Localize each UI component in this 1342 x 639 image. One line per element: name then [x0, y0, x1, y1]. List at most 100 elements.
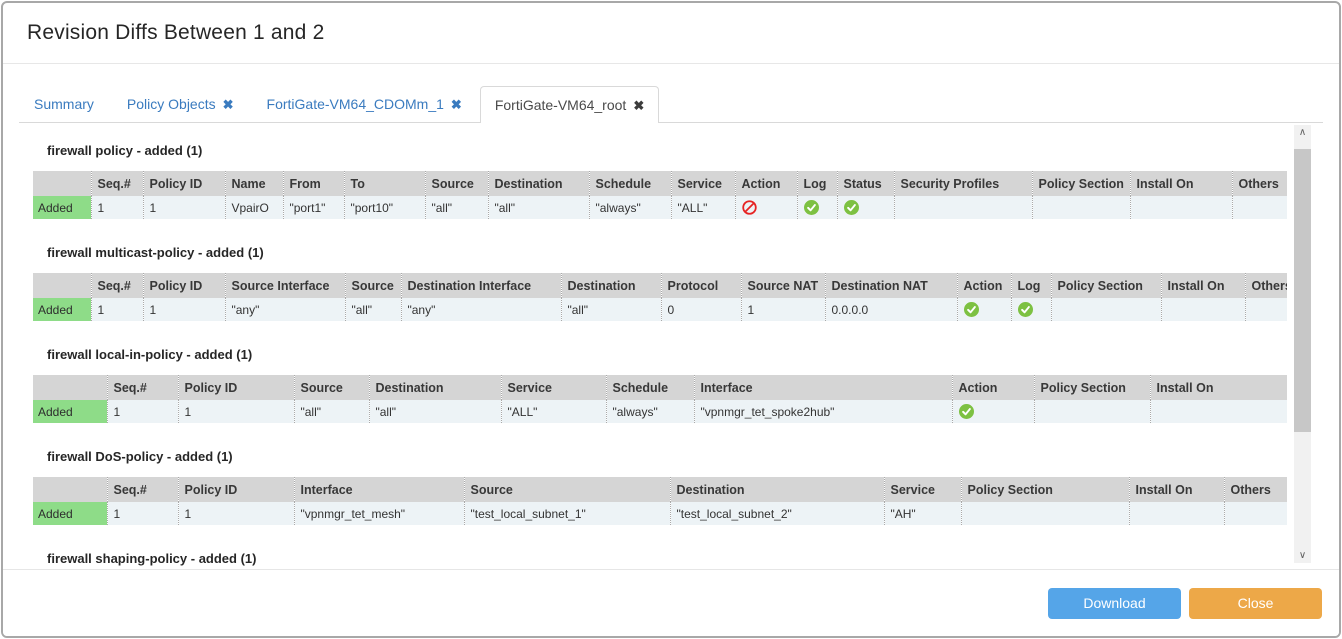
table-cell: "port1": [283, 196, 344, 219]
diff-section: firewall policy - added (1) Seq.#Policy I…: [33, 143, 1339, 219]
column-header: Policy ID: [178, 477, 294, 502]
column-header: Destination: [369, 375, 501, 400]
column-header: [33, 273, 91, 298]
table-cell: "ALL": [671, 196, 735, 219]
table-cell: [1130, 196, 1232, 219]
diff-table: Seq.#Policy IDSourceDestinationServiceSc…: [33, 375, 1287, 423]
table-cell: [1245, 298, 1287, 321]
column-header: Seq.#: [91, 273, 143, 298]
table-cell: "vpnmgr_tet_spoke2hub": [694, 400, 952, 423]
table-cell: [735, 196, 797, 219]
tab-content: firewall policy - added (1)Seq.#Policy I…: [3, 123, 1339, 569]
column-header: Action: [952, 375, 1034, 400]
added-tag-cell: Added: [33, 502, 107, 525]
table-cell: "test_local_subnet_2": [670, 502, 884, 525]
column-header: Interface: [694, 375, 952, 400]
column-header: Protocol: [661, 273, 741, 298]
dialog-footer: Download Close: [3, 569, 1339, 636]
added-tag-cell: Added: [33, 400, 107, 423]
table-cell: 1: [143, 196, 225, 219]
table-cell: "test_local_subnet_1": [464, 502, 670, 525]
scrollbar-thumb[interactable]: [1294, 149, 1311, 432]
column-header: Destination NAT: [825, 273, 957, 298]
table-cell: [837, 196, 894, 219]
tab-summary[interactable]: Summary: [19, 85, 109, 122]
table-cell: [957, 298, 1011, 321]
scroll-up-icon[interactable]: ∧: [1294, 125, 1311, 140]
table-row: Added11"vpnmgr_tet_mesh""test_local_subn…: [33, 502, 1287, 525]
diff-section: firewall shaping-policy - added (1): [33, 551, 1339, 566]
table-cell: [1150, 400, 1287, 423]
diff-section: firewall multicast-policy - added (1)Seq…: [33, 245, 1339, 321]
tab-fortigate-vm64-root[interactable]: FortiGate-VM64_root✖: [480, 86, 659, 123]
table-row: Added11"all""all""ALL""always""vpnmgr_te…: [33, 400, 1287, 423]
tab-fortigate-vm64-cdomm-1[interactable]: FortiGate-VM64_CDOMm_1✖: [252, 85, 477, 122]
download-button[interactable]: Download: [1048, 588, 1181, 619]
table-row: Added11VpairO"port1""port10""all""all""a…: [33, 196, 1287, 219]
table-cell: [952, 400, 1034, 423]
column-header: Policy ID: [143, 171, 225, 196]
tab-close-icon[interactable]: ✖: [223, 97, 234, 112]
table-cell: 1: [107, 400, 178, 423]
tabs-bar: Summary Policy Objects✖ FortiGate-VM64_C…: [19, 86, 1323, 123]
column-header: Others: [1245, 273, 1287, 298]
column-header: Seq.#: [91, 171, 143, 196]
diff-section: firewall local-in-policy - added (1) Seq.…: [33, 347, 1339, 423]
diff-table: Seq.#Policy IDInterfaceSourceDestination…: [33, 477, 1287, 525]
column-header: Source Interface: [225, 273, 345, 298]
diff-sections[interactable]: firewall policy - added (1)Seq.#Policy I…: [3, 123, 1339, 569]
column-header: Schedule: [589, 171, 671, 196]
table-cell: "port10": [344, 196, 425, 219]
column-header: [33, 477, 107, 502]
table-cell: [1129, 502, 1224, 525]
table-cell: "always": [589, 196, 671, 219]
column-header: Policy Section: [961, 477, 1129, 502]
table-cell: 1: [107, 502, 178, 525]
column-header: Others: [1224, 477, 1287, 502]
column-header: Seq.#: [107, 375, 178, 400]
table-cell: 1: [178, 400, 294, 423]
section-title: firewall policy - added (1): [33, 143, 1339, 158]
vertical-scrollbar[interactable]: ∧ ∨: [1294, 125, 1311, 563]
column-header: Install On: [1129, 477, 1224, 502]
column-header: Log: [1011, 273, 1051, 298]
section-title: firewall local-in-policy - added (1): [33, 347, 1339, 362]
column-header: Source: [345, 273, 401, 298]
added-tag-cell: Added: [33, 196, 91, 219]
table-cell: "vpnmgr_tet_mesh": [294, 502, 464, 525]
column-header: Interface: [294, 477, 464, 502]
table-cell: "all": [369, 400, 501, 423]
column-header: Status: [837, 171, 894, 196]
added-tag-cell: Added: [33, 298, 91, 321]
tab-close-icon[interactable]: ✖: [633, 98, 644, 113]
tab-label: Summary: [34, 96, 94, 112]
column-header: Name: [225, 171, 283, 196]
scroll-down-icon[interactable]: ∨: [1294, 548, 1311, 563]
column-header: Others: [1232, 171, 1287, 196]
table-cell: [1034, 400, 1150, 423]
column-header: Install On: [1150, 375, 1287, 400]
table-cell: [1032, 196, 1130, 219]
column-header: Install On: [1161, 273, 1245, 298]
column-header: Destination: [561, 273, 661, 298]
table-cell: [1161, 298, 1245, 321]
tab-policy-objects[interactable]: Policy Objects✖: [112, 85, 249, 122]
table-cell: [797, 196, 837, 219]
table-cell: "all": [561, 298, 661, 321]
column-header: Install On: [1130, 171, 1232, 196]
table-cell: [1224, 502, 1287, 525]
table-cell: [894, 196, 1032, 219]
check-circle-icon: [804, 200, 819, 215]
table-cell: [1011, 298, 1051, 321]
tabs-strip: Summary Policy Objects✖ FortiGate-VM64_C…: [3, 64, 1339, 123]
tab-close-icon[interactable]: ✖: [451, 97, 462, 112]
table-cell: "always": [606, 400, 694, 423]
table-cell: "any": [401, 298, 561, 321]
table-cell: 1: [143, 298, 225, 321]
close-button[interactable]: Close: [1189, 588, 1322, 619]
column-header: Source: [294, 375, 369, 400]
column-header: [33, 375, 107, 400]
table-cell: 0.0.0.0: [825, 298, 957, 321]
table-cell: "ALL": [501, 400, 606, 423]
table-cell: "all": [294, 400, 369, 423]
